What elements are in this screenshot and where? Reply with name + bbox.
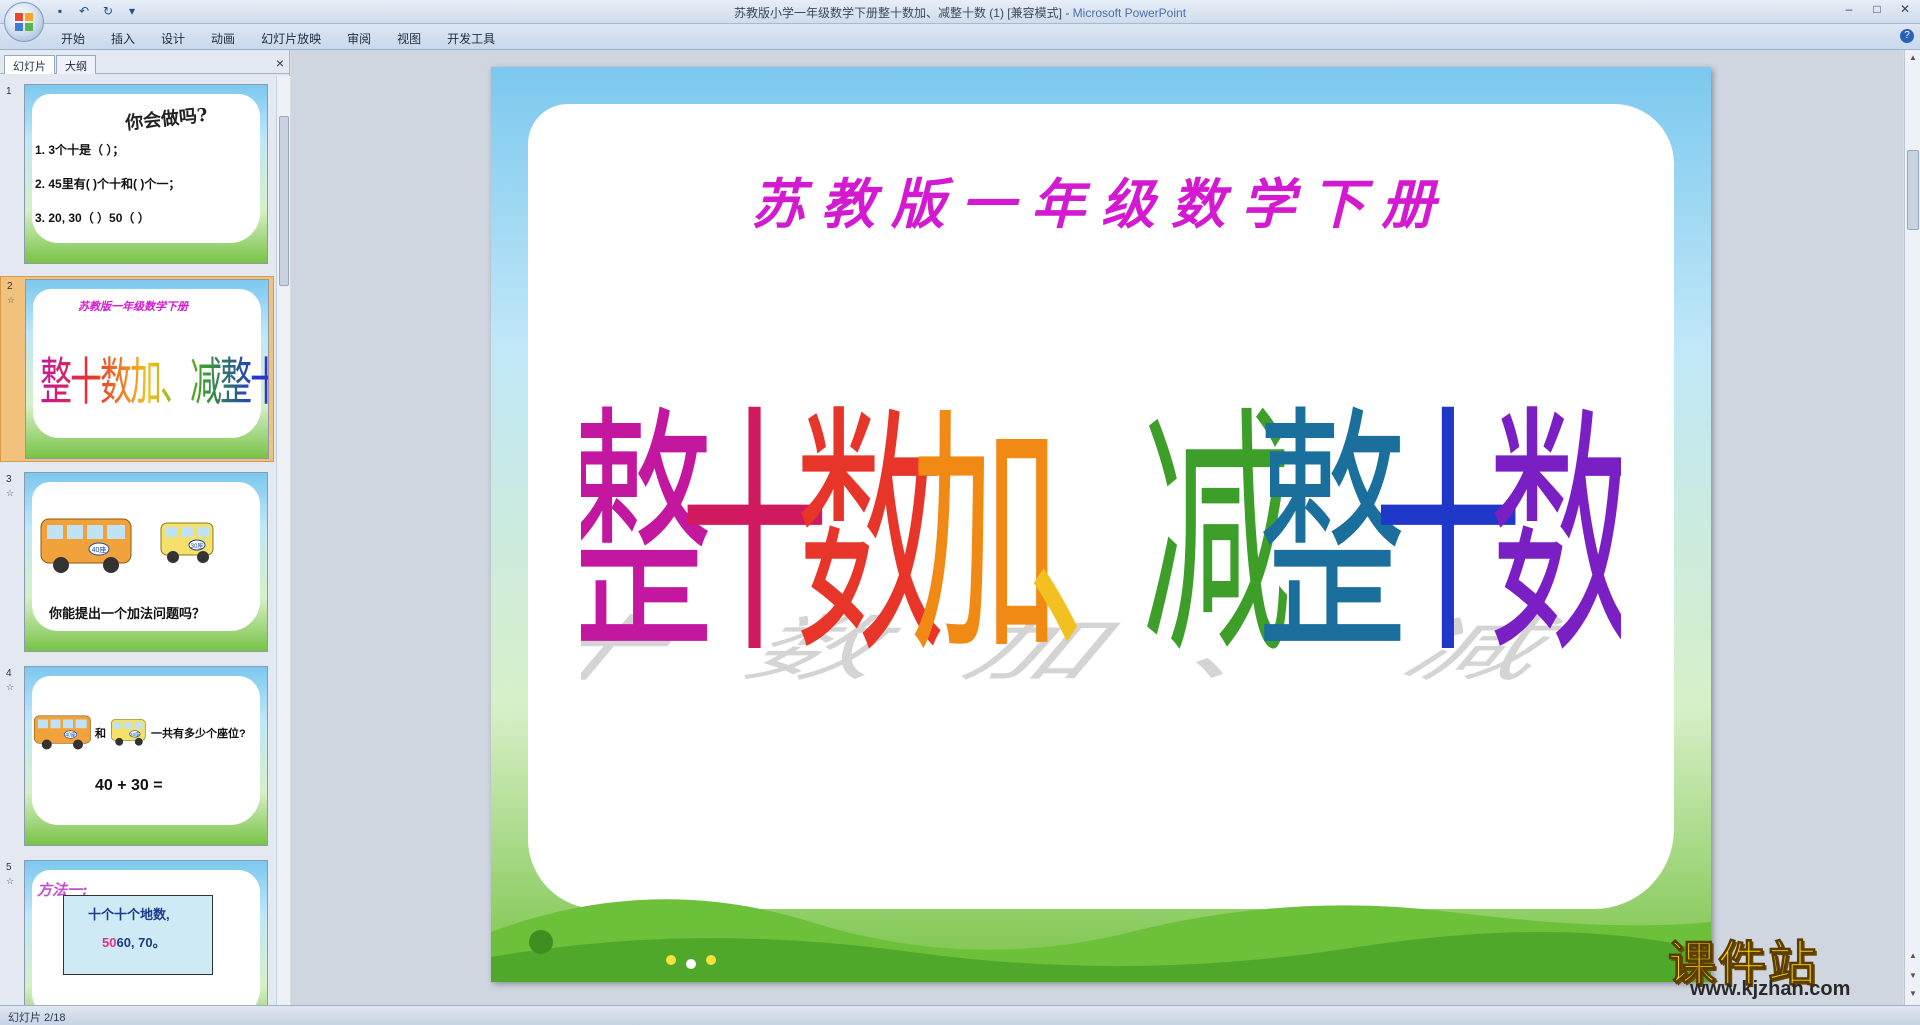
slide-number: 3 [6,474,12,485]
minimize-icon[interactable]: – [1842,2,1856,16]
small-bus-icon: 30座 [160,522,214,563]
title-bar: ▪ ↶ ↻ ▾ 苏教版小学一年级数学下册整十数加、减整十数 (1) [兼容模式]… [0,0,1920,42]
slide-thumbnail-4[interactable]: 40座 和 30座 一共有多少个座位? 40 + 30 = [24,666,268,846]
slide-canvas[interactable]: 苏教版一年级数学下册 整十数加、减整十数整十数加、减整十数 [491,67,1711,982]
title-char: 数 [1488,385,1621,690]
help-icon[interactable]: ? [1900,29,1914,43]
window-controls: – □ ✕ [1842,2,1912,16]
animation-star-icon: ☆ [6,682,15,692]
slide-number: 5 [6,862,12,873]
small-bus-label: 30座 [130,731,140,738]
thumb-title: 整十数加、减整十数 [40,342,268,416]
site-watermark: 课件站 www.kjzhan.com [1667,924,1904,1004]
thumb-question: 一共有多少个座位? [151,728,246,740]
slide-subtitle[interactable]: 苏教版一年级数学下册 [491,160,1711,239]
slide-thumbnail-3[interactable]: 40座 30座 你能提出一个加法问题吗？ [24,472,268,652]
thumb-box-line: 十个十个地数, [88,907,170,922]
thumbnail-list: 1 你会做吗? 1. 3个十是（ ）； 2. 45里有( )个十和( )个一； … [0,76,274,1005]
slide-number: 1 [6,86,12,97]
thumb-subtitle: 苏教版一年级数学下册 [78,300,188,313]
scrollbar-thumb[interactable] [279,116,289,286]
animation-star-icon: ☆ [6,876,15,886]
tab-slideshow[interactable]: 幻灯片放映 [248,28,334,49]
big-bus-icon: 40座 [40,518,132,573]
thumb-question: 你能提出一个加法问题吗？ [49,606,206,621]
thumbnail-row-5[interactable]: 5 ☆ 方法一: 十个十个地数, 5060, 70。 [0,858,274,1005]
slide-scrollbar[interactable]: ▲ ▲ ▼ ▼ [1904,50,1920,1005]
next-slide-icon[interactable]: ▼ [1907,970,1919,982]
watermark-url: www.kjzhan.com [1690,978,1851,1000]
title-separator: - [1061,6,1073,20]
office-button[interactable] [4,2,44,42]
close-pane-icon[interactable]: × [276,55,284,71]
pane-tabs: 幻灯片 大纲 × [0,52,290,74]
slide-number: 4 [6,668,12,679]
scroll-up-icon[interactable]: ▲ [1907,52,1919,64]
animation-star-icon: ☆ [7,295,16,305]
tab-animations[interactable]: 动画 [198,28,248,49]
slide-thumbnail-5[interactable]: 方法一: 十个十个地数, 5060, 70。 [24,860,268,1005]
thumbnail-row-1[interactable]: 1 你会做吗? 1. 3个十是（ ）； 2. 45里有( )个十和( )个一； … [0,82,274,268]
slide-thumbnail-2[interactable]: 苏教版一年级数学下册 整十数加、减整十数 [25,279,269,459]
tab-home[interactable]: 开始 [48,28,98,49]
slides-pane: 幻灯片 大纲 × 1 你会做吗? 1. 3个十是（ ）； 2. 45里有( )个… [0,50,290,1005]
thumb-box-prefix: 50 [102,935,117,950]
thumb-box-rest: 60, 70。 [116,935,166,950]
tab-slides[interactable]: 幻灯片 [4,55,55,74]
tab-insert[interactable]: 插入 [98,28,148,49]
thumbnail-row-2[interactable]: 2 ☆ 苏教版一年级数学下册 整十数加、减整十数 [0,276,274,462]
thumbnail-row-4[interactable]: 4 ☆ 40座 和 30座 一共有多少个座位? 40 + 30 = [0,664,274,850]
scroll-down-icon[interactable]: ▼ [1907,988,1919,1000]
tab-outline[interactable]: 大纲 [56,55,96,74]
thumb-line: 2. 45里有( )个十和( )个一； [35,177,181,191]
previous-slide-icon[interactable]: ▲ [1907,950,1919,962]
thumb-line: 1. 3个十是（ ）； [35,143,125,157]
tab-design[interactable]: 设计 [148,28,198,49]
thumb-box: 十个十个地数, 5060, 70。 [63,895,213,975]
app-name: Microsoft PowerPoint [1072,6,1187,20]
slide-title-wordart[interactable]: 整十数加、减整十数整十数加、减整十数 [581,377,1621,717]
grass-hills [491,899,1711,982]
big-bus-icon: 40座 [33,715,91,750]
thumb-and: 和 [95,728,106,740]
slide-number: 2 [7,281,13,292]
tab-review[interactable]: 审阅 [334,28,384,49]
thumbnail-row-3[interactable]: 3 ☆ 40座 30座 你能提出一个加法问题吗？ [0,470,274,656]
big-bus-label: 40座 [92,545,107,554]
small-bus-icon: 30座 [111,719,146,746]
slide-thumbnail-1[interactable]: 你会做吗? 1. 3个十是（ ）； 2. 45里有( )个十和( )个一； 3.… [24,84,268,264]
document-title: 苏教版小学一年级数学下册整十数加、减整十数 (1) [兼容模式] [733,6,1062,20]
maximize-icon[interactable]: □ [1870,2,1884,16]
big-bus-label: 40座 [65,731,76,738]
status-bar: 幻灯片 2/18 [0,1005,1920,1025]
animation-star-icon: ☆ [6,488,15,498]
thumb-box-line: 5060, 70。 [102,932,166,951]
ribbon-tabs: 开始 插入 设计 动画 幻灯片放映 审阅 视图 开发工具 [48,28,508,49]
thumb-line: 3. 20, 30（ ）50（ ） [35,211,150,225]
small-bus-label: 30座 [191,542,204,550]
thumb-equation: 40 + 30 = [95,777,163,794]
close-icon[interactable]: ✕ [1898,2,1912,16]
thumbnail-scrollbar[interactable] [276,76,290,1005]
office-logo-icon [15,13,33,31]
ribbon: 开始 插入 设计 动画 幻灯片放映 审阅 视图 开发工具 ? [0,24,1920,50]
slide-counter: 幻灯片 2/18 [8,1012,66,1024]
window-title: 苏教版小学一年级数学下册整十数加、减整十数 (1) [兼容模式] - Micro… [0,4,1920,21]
tab-developer[interactable]: 开发工具 [434,28,508,49]
scrollbar-thumb[interactable] [1907,150,1919,230]
tab-view[interactable]: 视图 [384,28,434,49]
